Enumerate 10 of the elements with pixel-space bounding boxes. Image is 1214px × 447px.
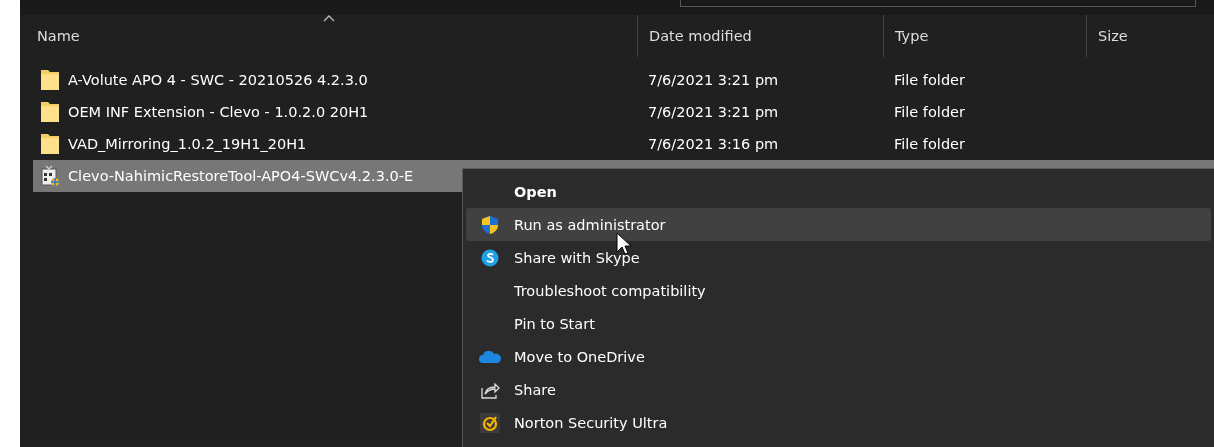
file-name: OEM INF Extension - Clevo - 1.0.2.0 20H1 <box>68 104 369 120</box>
file-name: Clevo-NahimicRestoreTool-APO4-SWCv4.2.3.0-E <box>68 168 414 184</box>
file-type: File folder <box>893 136 966 152</box>
file-name: A-Volute APO 4 - SWC - 20210526 4.2.3.0 <box>68 72 368 88</box>
file-type: File folder <box>893 72 966 88</box>
date-modified: 7/6/2021 3:16 pm <box>647 136 780 152</box>
file-name: VAD_Mirroring_1.0.2_19H1_20H1 <box>68 136 307 152</box>
date-modified: 7/6/2021 3:21 pm <box>647 72 780 88</box>
date-modified: 7/6/2021 3:21 pm <box>647 104 780 120</box>
file-type: File folder <box>893 104 966 120</box>
